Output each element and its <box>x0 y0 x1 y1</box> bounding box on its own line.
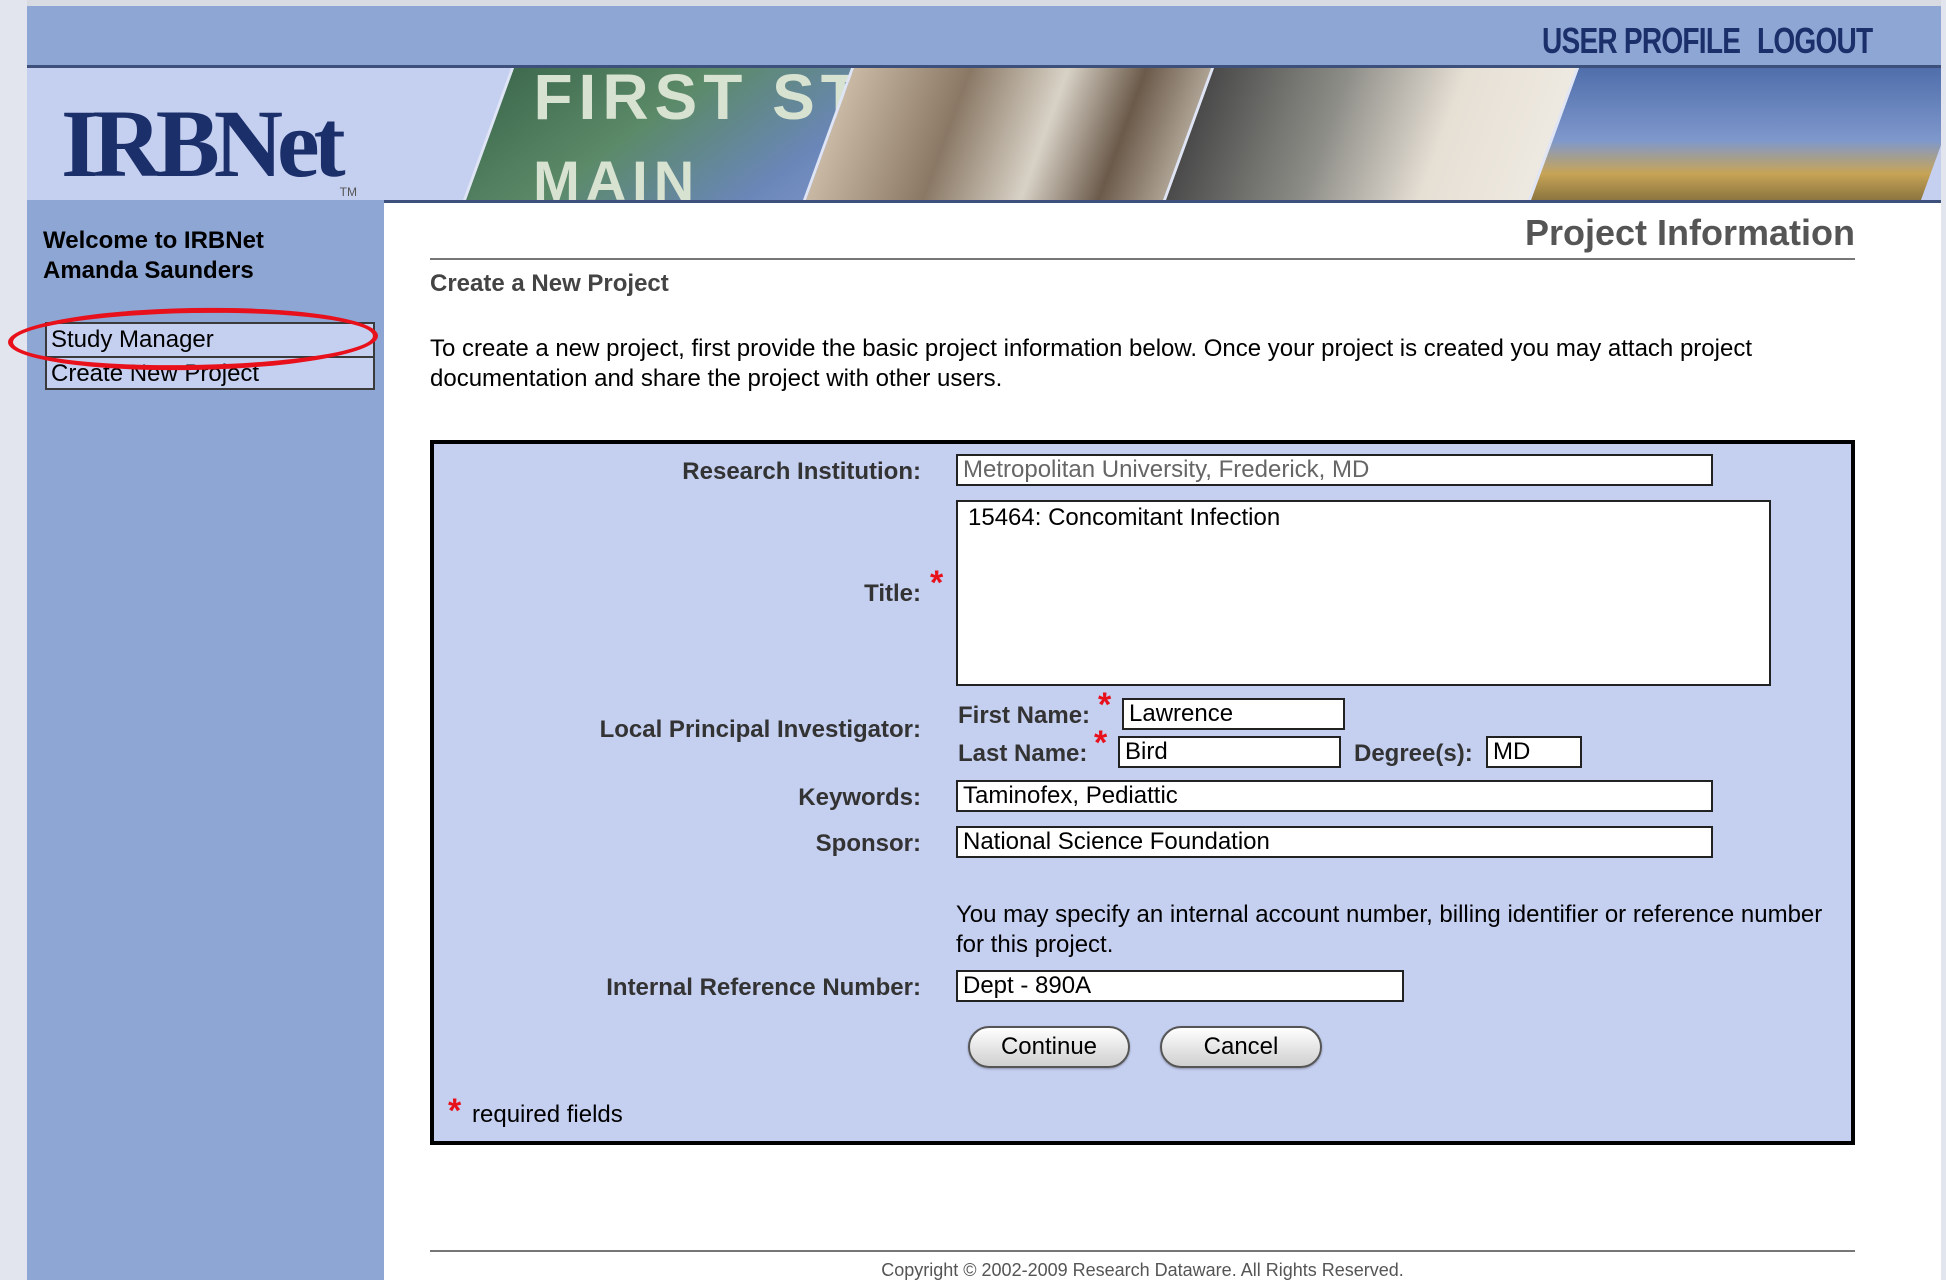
banner-photos: FIRST ST MAIN <box>427 68 1941 200</box>
header-banner: IRBNetTM FIRST ST MAIN <box>27 68 1941 203</box>
last-name-label: Last Name: <box>958 740 1088 767</box>
last-name-required-star: * <box>1094 724 1108 762</box>
user-profile-link[interactable]: USER PROFILE <box>1542 20 1741 62</box>
right-gutter <box>1941 0 1946 1280</box>
degrees-field[interactable]: MD <box>1486 736 1582 768</box>
sponsor-label: Sponsor: <box>815 830 921 857</box>
page-title: Project Information <box>1524 212 1855 253</box>
reference-label: Internal Reference Number: <box>606 974 921 1001</box>
cancel-button[interactable]: Cancel <box>1160 1026 1322 1068</box>
degrees-label: Degree(s): <box>1354 740 1473 767</box>
welcome-text: Welcome to IRBNet Amanda Saunders <box>43 227 264 284</box>
first-name-required-star: * <box>1098 686 1112 724</box>
reference-note: You may specify an internal account numb… <box>956 901 1823 958</box>
continue-button[interactable]: Continue <box>968 1026 1130 1068</box>
title-label: Title: <box>864 580 921 607</box>
left-gutter <box>0 0 27 1280</box>
pi-label: Local Principal Investigator: <box>599 716 921 743</box>
sponsor-field[interactable]: National Science Foundation <box>956 826 1713 858</box>
footer-divider <box>430 1250 1855 1252</box>
project-form: Research Institution: Metropolitan Unive… <box>430 440 1855 1145</box>
first-name-label: First Name: <box>958 702 1091 729</box>
title-required-star: * <box>930 564 944 602</box>
copyright-text: Copyright © 2002-2009 Research Dataware.… <box>881 1260 1404 1280</box>
first-name-field[interactable]: Lawrence <box>1122 698 1345 730</box>
page-subtitle: Create a New Project <box>430 270 669 297</box>
keywords-field[interactable]: Taminofex, Pediattic <box>956 780 1713 812</box>
institution-field[interactable]: Metropolitan University, Frederick, MD <box>956 454 1713 486</box>
institution-label: Research Institution: <box>682 458 921 485</box>
title-textarea[interactable]: 15464: Concomitant Infection <box>956 500 1771 686</box>
logout-link[interactable]: LOGOUT <box>1757 20 1873 62</box>
last-name-field[interactable]: Bird <box>1118 736 1341 768</box>
top-bar: USER PROFILE LOGOUT <box>27 0 1941 68</box>
satellite-dish-photo <box>1527 68 1941 200</box>
required-legend-star: * <box>448 1092 462 1130</box>
title-divider <box>430 258 1855 260</box>
irbnet-logo: IRBNetTM <box>61 90 357 199</box>
required-legend-text: required fields <box>472 1101 623 1128</box>
reference-field[interactable]: Dept - 890A <box>956 970 1404 1002</box>
intro-text: To create a new project, first provide t… <box>430 335 1752 392</box>
keywords-label: Keywords: <box>798 784 921 811</box>
